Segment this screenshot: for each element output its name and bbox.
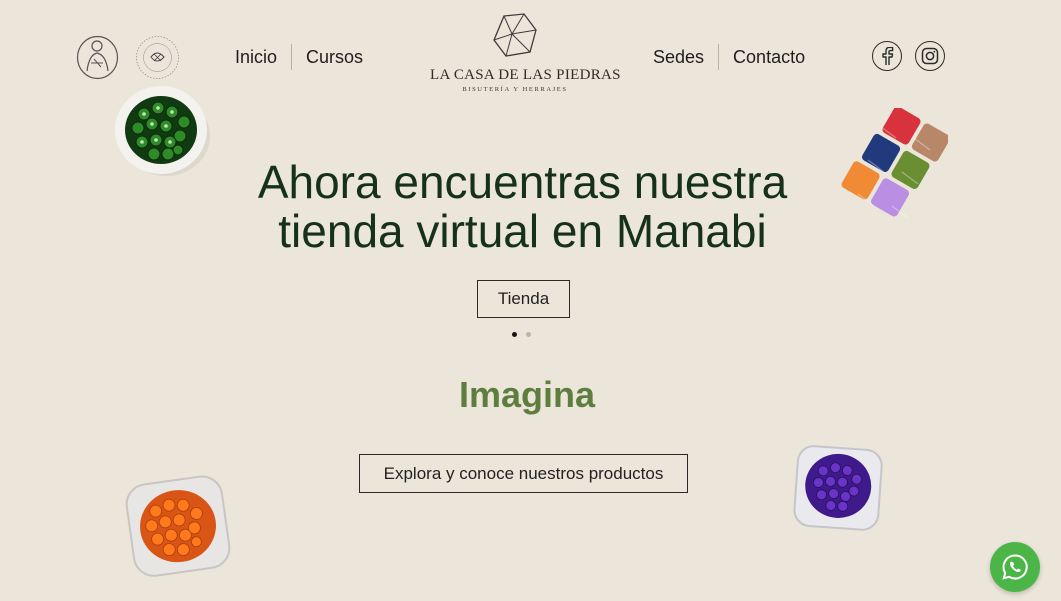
whatsapp-icon — [1002, 554, 1028, 580]
green-beads-bowl-image — [115, 86, 210, 176]
instagram-link[interactable] — [915, 41, 945, 71]
brand-tagline: BISUTERÍA Y HERRAJES — [462, 86, 568, 93]
nav-link-sedes[interactable]: Sedes — [639, 44, 718, 70]
nav-link-inicio[interactable]: Inicio — [221, 44, 291, 70]
hero-title-line-2: tienda virtual en Manabi — [278, 205, 767, 257]
nav-link-cursos[interactable]: Cursos — [292, 44, 377, 70]
nav-right: Sedes Contacto — [639, 44, 819, 70]
facebook-link[interactable] — [872, 41, 902, 71]
brand-name: LA CASA DE LAS PIEDRAS — [430, 67, 621, 83]
purple-beads-jar-image — [793, 445, 883, 531]
nav-left: Inicio Cursos — [221, 44, 377, 70]
instagram-icon — [921, 47, 939, 65]
hero-title-line-1: Ahora encuentras nuestra — [257, 156, 788, 208]
hero-title: Ahora encuentras nuestra tienda virtual … — [200, 158, 845, 256]
tienda-button[interactable]: Tienda — [477, 280, 570, 318]
slider-dot-2[interactable] — [526, 332, 531, 337]
thread-spools-image — [841, 108, 948, 219]
nav-link-contacto[interactable]: Contacto — [719, 44, 819, 70]
facebook-icon — [882, 47, 894, 65]
artisan-logo-icon[interactable] — [76, 35, 119, 80]
slider-dot-1[interactable] — [512, 332, 517, 337]
manabi-badge-icon — [136, 36, 179, 79]
explore-products-button[interactable]: Explora y conoce nuestros productos — [359, 454, 688, 493]
brand-logo[interactable]: LA CASA DE LAS PIEDRAS BISUTERÍA Y HERRA… — [430, 12, 621, 102]
manabi-logo[interactable] — [135, 35, 180, 80]
gem-stone-icon — [493, 13, 537, 57]
section-heading: Imagina — [458, 374, 596, 415]
slider-pagination — [512, 332, 531, 337]
orange-beads-jar-image — [125, 475, 231, 577]
whatsapp-button[interactable] — [990, 542, 1040, 592]
